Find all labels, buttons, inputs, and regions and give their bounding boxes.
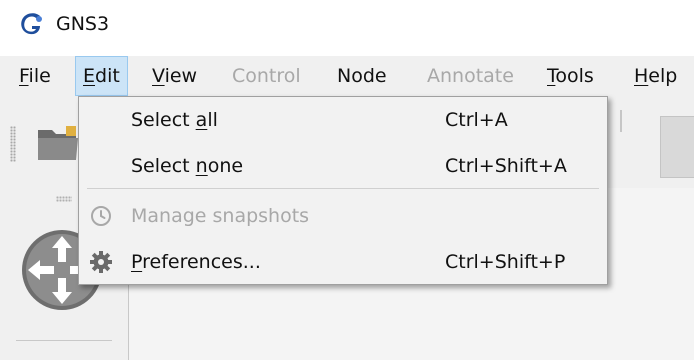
- menu-view[interactable]: View: [145, 56, 204, 96]
- select-none-label: Select none: [131, 143, 243, 189]
- preferences-label: Preferences...: [131, 239, 261, 285]
- toolbar-grip[interactable]: [10, 126, 16, 162]
- menu-control-label: Control: [232, 65, 301, 87]
- menu-item-select-none[interactable]: Select none Ctrl+Shift+A: [79, 143, 607, 189]
- panel-divider: [16, 340, 112, 341]
- menu-view-mnemonic: V: [152, 65, 165, 87]
- preferences-label-mnemonic: P: [131, 251, 143, 273]
- menu-file-mnemonic: F: [19, 65, 29, 87]
- app-title: GNS3: [56, 13, 110, 35]
- select-all-label: Select all: [131, 97, 218, 143]
- gns3-logo-icon: [21, 13, 42, 35]
- menu-annotate[interactable]: Annotate: [420, 56, 521, 96]
- open-project-folder-icon[interactable]: [36, 122, 80, 164]
- clock-icon: [91, 206, 111, 226]
- menu-annotate-label: Annotate: [427, 65, 514, 87]
- gear-icon: [90, 251, 112, 273]
- menu-bar: File Edit View Control Node Annotate Too…: [0, 56, 694, 96]
- menu-tools-rest: ools: [555, 65, 594, 87]
- select-all-label-rest: ll: [207, 109, 218, 131]
- menu-help-mnemonic: H: [634, 65, 649, 87]
- select-none-label-mnemonic: n: [195, 155, 208, 177]
- menu-view-rest: iew: [164, 65, 198, 87]
- menu-edit-mnemonic: E: [83, 65, 96, 87]
- toolbar-button-partial[interactable]: [660, 116, 694, 178]
- menu-item-manage-snapshots[interactable]: Manage snapshots: [79, 193, 607, 239]
- preferences-shortcut: Ctrl+Shift+P: [445, 251, 566, 273]
- menu-control[interactable]: Control: [225, 56, 308, 96]
- select-all-label-mnemonic: a: [195, 109, 208, 131]
- select-all-shortcut: Ctrl+A: [445, 109, 508, 131]
- menu-edit-rest: dit: [95, 65, 120, 87]
- menu-node-label: Node: [337, 65, 387, 87]
- menu-file[interactable]: File: [12, 56, 58, 96]
- menu-tools[interactable]: Tools: [540, 56, 601, 96]
- menu-edit[interactable]: Edit: [75, 56, 128, 96]
- title-bar: GNS3: [0, 0, 694, 56]
- select-none-label-rest: one: [207, 155, 244, 177]
- select-none-shortcut: Ctrl+Shift+A: [445, 155, 567, 177]
- menu-separator: [87, 188, 599, 189]
- preferences-label-rest: references...: [142, 251, 261, 273]
- menu-help-rest: elp: [648, 65, 678, 87]
- menu-item-preferences[interactable]: Preferences... Ctrl+Shift+P: [79, 239, 607, 285]
- edit-menu-dropdown: Select all Ctrl+A Select none Ctrl+Shift…: [78, 96, 608, 285]
- menu-file-rest: ile: [28, 65, 51, 87]
- select-none-label-prefix: Select: [131, 155, 196, 177]
- toolbar-separator: [620, 110, 622, 132]
- manage-snapshots-label: Manage snapshots: [131, 205, 310, 227]
- select-all-label-prefix: Select: [131, 109, 196, 131]
- panel-grip[interactable]: [56, 196, 72, 202]
- menu-help[interactable]: Help: [627, 56, 684, 96]
- menu-item-select-all[interactable]: Select all Ctrl+A: [79, 97, 607, 143]
- menu-node[interactable]: Node: [330, 56, 394, 96]
